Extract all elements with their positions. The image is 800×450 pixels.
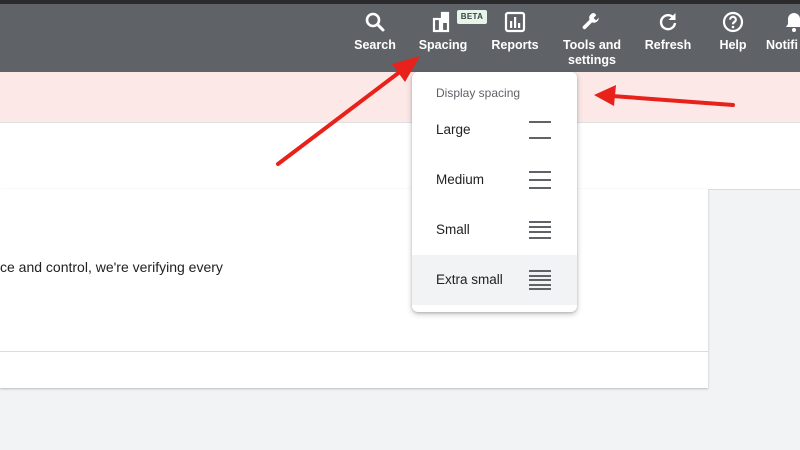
toolbar-help-button[interactable]: Help bbox=[715, 10, 751, 53]
toolbar-reports-button[interactable]: Reports bbox=[488, 10, 542, 53]
header-band bbox=[0, 122, 800, 190]
top-toolbar: Search Spacing Reports Tools and setting… bbox=[0, 4, 800, 72]
spacing-large-icon bbox=[529, 118, 551, 142]
toolbar-reports-label: Reports bbox=[491, 38, 539, 52]
spacing-option-extra-small[interactable]: Extra small bbox=[412, 255, 577, 305]
spacing-option-label: Small bbox=[436, 222, 470, 237]
toolbar-refresh-label: Refresh bbox=[644, 38, 692, 52]
toolbar-tools-label-line1: Tools and bbox=[562, 38, 622, 52]
spacing-option-label: Medium bbox=[436, 172, 485, 187]
toolbar-spacing-label: Spacing bbox=[418, 38, 468, 52]
search-icon bbox=[363, 10, 387, 34]
alert-banner bbox=[0, 72, 800, 122]
spacing-option-label: Large bbox=[436, 122, 471, 137]
toolbar-notifications-button[interactable]: Notifi bbox=[766, 10, 800, 53]
spacing-medium-icon bbox=[529, 168, 551, 192]
help-icon bbox=[721, 10, 745, 34]
spacing-extra-small-icon bbox=[529, 268, 551, 292]
spacing-option-medium[interactable]: Medium bbox=[412, 155, 577, 205]
spacing-option-label: Extra small bbox=[436, 272, 503, 287]
spacing-option-small[interactable]: Small bbox=[412, 205, 577, 255]
display-spacing-menu: Display spacing Large Medium Small Extra… bbox=[412, 72, 577, 312]
toolbar-help-label: Help bbox=[719, 38, 747, 52]
toolbar-search-button[interactable]: Search bbox=[352, 10, 398, 53]
toolbar-notifications-label: Notifi bbox=[766, 38, 798, 52]
content-card: ce and control, we're verifying every bbox=[0, 189, 708, 388]
toolbar-search-label: Search bbox=[354, 38, 396, 52]
spacing-small-icon bbox=[529, 218, 551, 242]
toolbar-refresh-button[interactable]: Refresh bbox=[642, 10, 694, 53]
card-body-text: ce and control, we're verifying every bbox=[0, 259, 223, 275]
spacing-icon bbox=[431, 10, 455, 34]
toolbar-tools-settings-button[interactable]: Tools and settings bbox=[560, 10, 624, 68]
beta-badge: BETA bbox=[457, 10, 487, 24]
bell-icon bbox=[782, 10, 800, 34]
spacing-option-large[interactable]: Large bbox=[412, 105, 577, 155]
wrench-icon bbox=[580, 10, 604, 34]
menu-title: Display spacing bbox=[436, 86, 521, 100]
toolbar-tools-label-line2: settings bbox=[568, 53, 616, 67]
card-divider bbox=[0, 351, 708, 352]
reports-icon bbox=[503, 10, 527, 34]
refresh-icon bbox=[656, 10, 680, 34]
